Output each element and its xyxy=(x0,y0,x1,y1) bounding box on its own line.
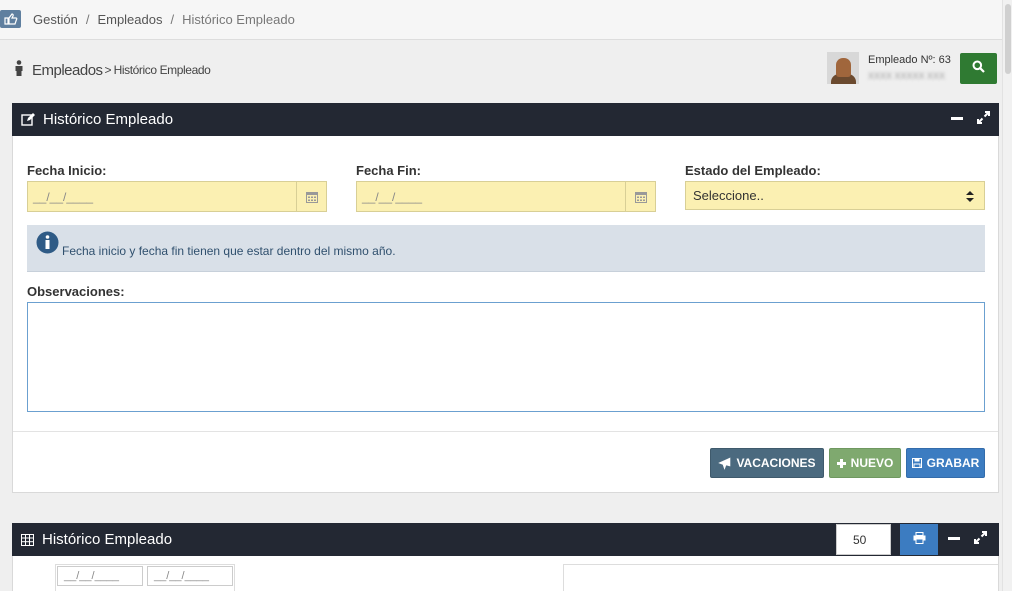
fecha-inicio-value: __/__/____ xyxy=(33,189,94,204)
edit-icon xyxy=(21,113,35,126)
minimize-icon[interactable] xyxy=(951,111,963,129)
form-panel-title: Histórico Empleado xyxy=(43,111,174,128)
estado-select[interactable]: Seleccione.. xyxy=(685,181,985,210)
scrollbar-thumb[interactable] xyxy=(1005,4,1011,74)
page-title: Empleados xyxy=(32,61,103,79)
breadcrumb: Gestión / Empleados / Histórico Empleado xyxy=(33,12,295,27)
page-size-value: 50 xyxy=(853,532,867,547)
avatar xyxy=(827,52,859,84)
top-bar: Gestión / Empleados / Histórico Empleado xyxy=(0,0,1012,40)
fecha-fin-value: __/__/____ xyxy=(362,189,423,204)
nuevo-label: NUEVO xyxy=(850,456,894,470)
page-subtitle: Histórico Empleado xyxy=(113,63,211,77)
search-icon xyxy=(972,60,985,78)
grabar-label: GRABAR xyxy=(926,456,980,470)
filter-date-2[interactable]: __/__/____ xyxy=(147,566,233,586)
expand-icon[interactable] xyxy=(974,530,987,549)
calendar-icon[interactable] xyxy=(296,182,326,211)
info-circle-icon xyxy=(36,231,59,259)
vacaciones-button[interactable]: VACACIONES xyxy=(710,448,824,478)
fecha-fin-input[interactable]: __/__/____ xyxy=(356,181,656,212)
table-icon xyxy=(21,533,34,546)
filter-date-2-value: __/__/____ xyxy=(154,570,210,582)
search-button[interactable] xyxy=(960,53,997,84)
breadcrumb-separator: / xyxy=(85,12,90,27)
grabar-button[interactable]: GRABAR xyxy=(906,448,985,478)
info-text: Fecha inicio y fecha fin tienen que esta… xyxy=(62,243,396,258)
page-header: Empleados > Histórico Empleado xyxy=(14,59,211,81)
plus-icon xyxy=(836,458,846,468)
scrollbar[interactable] xyxy=(1002,0,1012,591)
filter-date-1-value: __/__/____ xyxy=(64,570,120,582)
observaciones-textarea[interactable] xyxy=(27,302,985,412)
filter-date-1[interactable]: __/__/____ xyxy=(57,566,143,586)
history-table: __/__/____ __/__/____ xyxy=(13,564,998,591)
estado-label: Estado del Empleado: xyxy=(685,163,821,178)
breadcrumb-item-historico: Histórico Empleado xyxy=(182,12,295,27)
page-size-input[interactable]: 50 xyxy=(836,524,891,555)
form-panel-header: Histórico Empleado xyxy=(12,103,999,136)
save-icon xyxy=(911,458,922,468)
print-button[interactable] xyxy=(900,524,938,555)
list-panel-header: Histórico Empleado 50 xyxy=(12,523,999,556)
fecha-inicio-label: Fecha Inicio: xyxy=(27,163,107,178)
vacaciones-label: VACACIONES xyxy=(736,456,816,470)
fecha-fin-label: Fecha Fin: xyxy=(356,163,422,178)
employee-name: XXXX XXXXX XXX xyxy=(868,71,946,81)
sort-arrows-icon xyxy=(966,190,974,205)
breadcrumb-item-empleados[interactable]: Empleados xyxy=(97,12,162,27)
fecha-inicio-input[interactable]: __/__/____ xyxy=(27,181,327,212)
plane-icon xyxy=(718,457,731,470)
print-icon xyxy=(913,531,926,549)
divider xyxy=(13,431,998,432)
person-icon xyxy=(14,59,24,81)
calendar-icon[interactable] xyxy=(625,182,655,211)
expand-icon[interactable] xyxy=(977,110,990,129)
list-panel-title: Histórico Empleado xyxy=(42,531,173,548)
employee-number: Empleado Nº: 63 xyxy=(868,54,951,66)
info-alert: Fecha inicio y fecha fin tienen que esta… xyxy=(27,225,985,272)
list-panel: Histórico Empleado 50 __/__/____ __/__/_… xyxy=(12,523,999,591)
breadcrumb-separator: / xyxy=(170,12,175,27)
hand-pointer-icon[interactable] xyxy=(0,10,21,28)
breadcrumb-item-gestion[interactable]: Gestión xyxy=(33,12,78,27)
nuevo-button[interactable]: NUEVO xyxy=(829,448,901,478)
page-title-arrow: > xyxy=(104,63,112,77)
minimize-icon[interactable] xyxy=(948,531,960,549)
form-panel: Histórico Empleado Fecha Inicio: __/__/_… xyxy=(12,103,999,493)
employee-card: Empleado Nº: 63 XXXX XXXXX XXX xyxy=(827,50,957,88)
table-header-cell xyxy=(563,564,998,591)
observaciones-label: Observaciones: xyxy=(27,284,125,299)
estado-selected-value: Seleccione.. xyxy=(693,188,764,203)
